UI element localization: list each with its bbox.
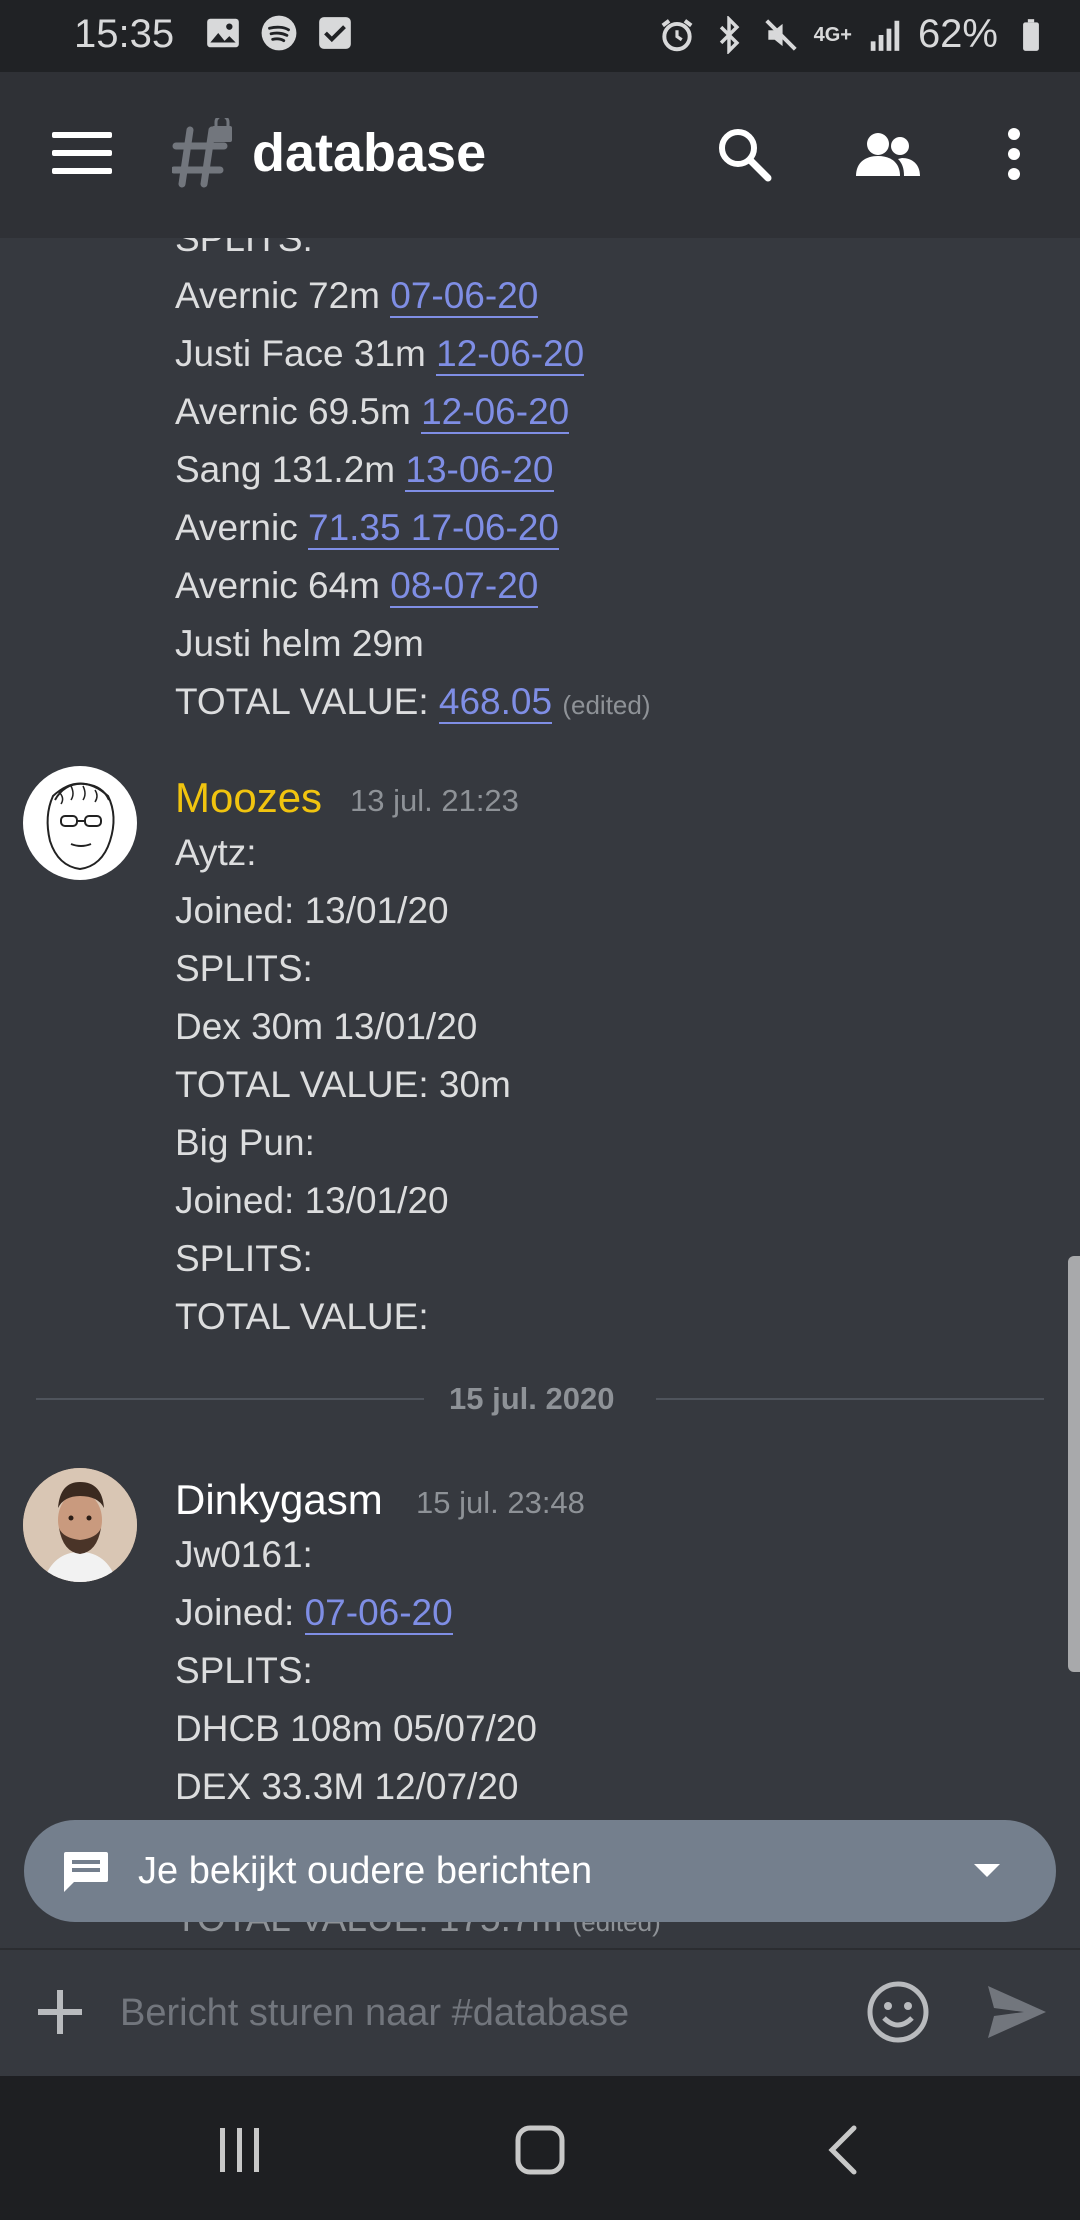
- message-line: Dex 30m 13/01/20: [175, 1006, 478, 1047]
- username[interactable]: Moozes: [175, 774, 322, 822]
- date-link[interactable]: 07-06-20: [390, 275, 539, 318]
- status-time: 15:35: [74, 12, 175, 56]
- message-line: DHCB 108m 05/07/20: [175, 1708, 537, 1749]
- date-link[interactable]: 13-06-20: [405, 449, 554, 492]
- gallery-icon: [204, 14, 242, 52]
- divider-line: [36, 1398, 424, 1400]
- edited-tag: (edited): [562, 690, 651, 720]
- mute-icon: [762, 16, 800, 54]
- avatar[interactable]: [23, 766, 137, 880]
- alarm-icon: [658, 16, 696, 54]
- date-link[interactable]: 07-06-20: [304, 1592, 453, 1635]
- chevron-down-icon: [974, 1864, 1000, 1877]
- username[interactable]: Dinkygasm: [175, 1476, 383, 1524]
- search-icon[interactable]: [714, 124, 774, 184]
- message-line: Justi Face 31m 12-06-20: [175, 333, 585, 376]
- more-options-icon[interactable]: [994, 124, 1034, 184]
- system-nav-bar: [0, 2076, 1080, 2220]
- date-link[interactable]: 12-06-20: [436, 333, 585, 376]
- menu-icon[interactable]: [52, 132, 112, 178]
- recent-apps-icon[interactable]: [210, 2124, 270, 2176]
- locked-channel-hash-icon: [170, 114, 234, 188]
- message-icon: [62, 1850, 110, 1894]
- message-line: Sang 131.2m 13-06-20: [175, 449, 554, 492]
- message-line: Avernic 72m 07-06-20: [175, 275, 539, 318]
- emoji-icon[interactable]: [866, 1980, 930, 2044]
- message-line: TOTAL VALUE:: [175, 1296, 429, 1337]
- signal-icon: [866, 16, 904, 54]
- channel-name: database: [252, 123, 487, 183]
- scrollbar[interactable]: [1068, 1256, 1080, 1672]
- message-line: Justi helm 29m: [175, 623, 424, 664]
- message-line: SPLITS:: [175, 948, 313, 989]
- spotify-icon: [260, 14, 298, 52]
- members-icon[interactable]: [852, 124, 922, 184]
- bluetooth-icon: [710, 14, 748, 55]
- add-attachment-icon[interactable]: [36, 1988, 84, 2036]
- message-line: Joined: 07-06-20: [175, 1592, 453, 1635]
- network-type: 4G+: [813, 23, 852, 46]
- jump-to-present-banner[interactable]: Je bekijkt oudere berichten: [24, 1820, 1056, 1922]
- message-line: TOTAL VALUE: 468.05 (edited): [175, 681, 651, 724]
- message-line: Aytz:: [175, 832, 257, 873]
- date-link[interactable]: 12-06-20: [421, 391, 570, 434]
- message-line: TOTAL VALUE: 30m: [175, 1064, 511, 1105]
- battery-percentage: 62%: [917, 12, 998, 56]
- older-messages-label: Je bekijkt oudere berichten: [138, 1850, 593, 1892]
- divider-line: [656, 1398, 1044, 1400]
- message-line: SPLITS:: [175, 1650, 313, 1691]
- message-line: Joined: 13/01/20: [175, 1180, 449, 1221]
- message-input[interactable]: [118, 1984, 842, 2042]
- avatar[interactable]: [23, 1468, 137, 1582]
- date-link[interactable]: 71.35 17-06-20: [308, 507, 559, 550]
- value-link[interactable]: 468.05: [438, 681, 553, 724]
- message-line: Big Pun:: [175, 1122, 315, 1163]
- home-icon[interactable]: [510, 2124, 570, 2176]
- message-line: DEX 33.3M 12/07/20: [175, 1766, 519, 1807]
- send-icon[interactable]: [984, 1980, 1050, 2044]
- back-icon[interactable]: [814, 2124, 874, 2176]
- date-divider: 15 jul. 2020: [449, 1381, 615, 1416]
- message-line: Joined: 13/01/20: [175, 890, 449, 931]
- checkbox-icon: [316, 14, 354, 52]
- battery-icon: [1012, 16, 1050, 54]
- message-line: Jw0161:: [175, 1534, 313, 1575]
- message-line: SPLITS:: [175, 238, 313, 259]
- message-list[interactable]: SPLITS: Avernic 72m 07-06-20 Justi Face …: [0, 238, 1080, 1948]
- date-link[interactable]: 08-07-20: [390, 565, 539, 608]
- message-line: Avernic 69.5m 12-06-20: [175, 391, 570, 434]
- message-line: SPLITS:: [175, 1238, 313, 1279]
- message-composer: [0, 1948, 1080, 2078]
- message-timestamp: 13 jul. 21:23: [350, 783, 519, 818]
- message-line: Avernic 64m 08-07-20: [175, 565, 539, 608]
- status-bar: 15:35 4G+ 62%: [0, 0, 1080, 72]
- message-timestamp: 15 jul. 23:48: [416, 1485, 585, 1520]
- message-line: Avernic 71.35 17-06-20: [175, 507, 559, 550]
- channel-header: database: [0, 72, 1080, 238]
